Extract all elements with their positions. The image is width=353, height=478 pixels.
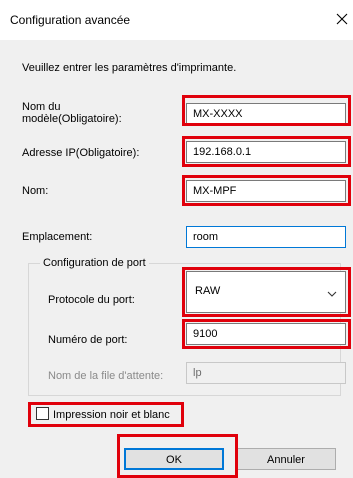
bw-print-checkbox[interactable] (36, 407, 49, 420)
name-label: Nom: (22, 185, 49, 197)
dialog-title: Configuration avancée (10, 13, 131, 27)
protocol-label: Protocole du port: (48, 294, 135, 306)
ip-address-label: Adresse IP(Obligatoire): (22, 147, 140, 159)
port-number-label: Numéro de port: (48, 334, 128, 346)
model-name-label-line2: modèle(Obligatoire): (22, 113, 122, 125)
model-name-field[interactable] (186, 103, 346, 125)
bw-print-label[interactable]: Impression noir et blanc (53, 409, 170, 421)
queue-name-field (186, 362, 346, 384)
protocol-select-value: RAW (195, 285, 221, 297)
ok-button[interactable]: OK (124, 448, 224, 470)
protocol-select[interactable]: RAW (186, 271, 346, 313)
ip-address-field[interactable] (186, 141, 346, 163)
location-field[interactable] (186, 226, 346, 248)
name-field[interactable] (186, 180, 346, 202)
chevron-down-icon (327, 288, 337, 300)
location-label: Emplacement: (22, 231, 93, 243)
model-name-label: Nom du modèle(Obligatoire): (22, 101, 122, 125)
port-config-group-title: Configuration de port (40, 257, 149, 269)
port-number-field[interactable] (186, 323, 346, 345)
cancel-button[interactable]: Annuler (236, 448, 336, 470)
queue-name-label: Nom de la file d'attente: (48, 370, 164, 382)
intro-text: Veuillez entrer les paramètres d'imprima… (22, 62, 237, 74)
advanced-config-dialog: Configuration avancée Veuillez entrer le… (0, 0, 353, 478)
model-name-label-line1: Nom du (22, 101, 61, 113)
title-bar: Configuration avancée (0, 0, 353, 40)
close-icon[interactable] (333, 10, 351, 28)
